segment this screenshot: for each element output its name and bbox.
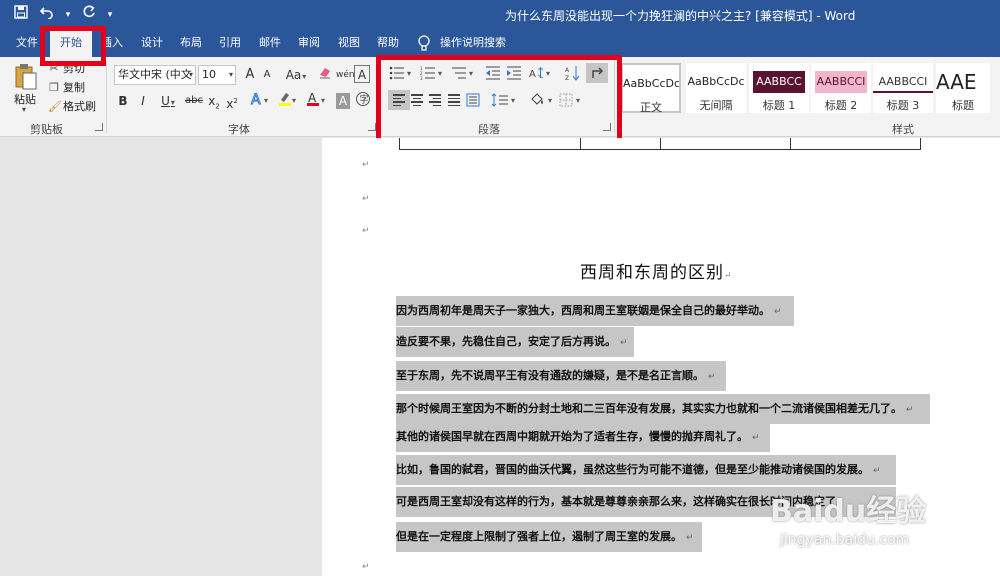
document-paragraph[interactable]: 那个时候周王室因为不断的分封土地和二三百年没有发展，其实实力也就和一个二流诸侯国… xyxy=(396,394,914,424)
enclose-char-button[interactable]: 字 xyxy=(354,91,372,111)
tab-mailings[interactable]: 邮件 xyxy=(259,30,281,57)
style-heading-3[interactable]: AABBCCI 标题 3 xyxy=(873,63,933,113)
style-title[interactable]: AAE 标题 xyxy=(936,63,990,113)
tab-layout[interactable]: 布局 xyxy=(180,30,202,57)
strikethrough-button[interactable]: abc xyxy=(184,91,204,111)
text-effects-button[interactable]: A ▾ xyxy=(248,91,274,111)
quick-access-toolbar: ▾ ▾ xyxy=(10,4,116,26)
italic-button[interactable]: I xyxy=(136,91,150,111)
grow-font-button[interactable]: A xyxy=(242,65,258,85)
svg-text:A: A xyxy=(251,92,261,107)
copy-button[interactable]: ❐ 复制 xyxy=(48,79,85,97)
paragraph-mark: ↵ xyxy=(362,562,370,572)
phonetic-guide-button[interactable]: wén xyxy=(336,65,355,85)
paragraph-mark: ↵ xyxy=(362,226,370,236)
tab-help[interactable]: 帮助 xyxy=(377,30,399,57)
font-color-button[interactable]: A ▾ xyxy=(305,91,331,111)
document-paragraph[interactable]: 比如，鲁国的弑君，晋国的曲沃代翼，虽然这些行为可能不道德，但是至少能推动诸侯国的… xyxy=(396,455,881,485)
highlighter-icon: ▾ xyxy=(279,93,296,106)
char-shading-button[interactable]: A xyxy=(336,93,350,109)
tell-me-search[interactable]: 操作说明搜索 xyxy=(440,30,506,57)
phonetic-icon: wén xyxy=(336,70,355,80)
customize-qat-icon[interactable]: ▾ xyxy=(104,4,116,26)
redo-icon[interactable] xyxy=(78,4,100,26)
table-fragment xyxy=(399,138,921,150)
style-heading-1[interactable]: AABBCC 标题 1 xyxy=(749,63,809,113)
document-paragraph[interactable]: 其他的诸侯国早就在西周中期就开始为了适者生存，慢慢的抛弃周礼了。 ↵ xyxy=(396,422,760,452)
subscript-button[interactable]: x2 xyxy=(206,91,222,111)
copy-icon: ❐ xyxy=(49,81,59,94)
styles-group-label: 样式 xyxy=(892,123,914,136)
text-effects-icon: A ▾ xyxy=(251,92,269,109)
clipboard-launcher-icon[interactable] xyxy=(95,123,103,131)
superscript-button[interactable]: x2 xyxy=(224,91,240,111)
ribbon-tab-bar: 文件 开始 插入 设计 布局 引用 邮件 审阅 视图 帮助 操作说明搜索 xyxy=(0,30,1000,57)
shrink-font-button[interactable]: A xyxy=(260,65,274,85)
lightbulb-icon xyxy=(418,35,430,51)
style-heading-2[interactable]: AABBCCI 标题 2 xyxy=(811,63,871,113)
svg-text:▾: ▾ xyxy=(292,96,296,105)
document-paragraph[interactable]: 但是在一定程度上限制了强者上位，遏制了周王室的发展。 ↵ xyxy=(396,522,694,552)
style-no-spacing[interactable]: AaBbCcDc 无间隔 xyxy=(686,63,746,113)
home-tab-highlight xyxy=(40,26,106,66)
svg-text:A: A xyxy=(308,91,317,105)
watermark-url: jingyan.baidu.com xyxy=(780,532,910,548)
save-icon[interactable] xyxy=(10,4,32,26)
tab-review[interactable]: 审阅 xyxy=(298,30,320,57)
svg-text:字: 字 xyxy=(360,94,369,106)
underline-button[interactable]: U xyxy=(156,91,180,111)
clipboard-group-label: 剪贴板 xyxy=(30,123,63,136)
document-paragraph[interactable]: 造反要不果，先稳住自己，安定了后方再说。 ↵ xyxy=(396,327,628,357)
svg-text:▾: ▾ xyxy=(264,96,268,105)
bold-button[interactable]: B xyxy=(116,91,130,111)
style-normal[interactable]: AaBbCcDc 正文 xyxy=(621,63,681,114)
char-border-button[interactable]: A xyxy=(354,65,370,83)
paragraph-mark: ↵ xyxy=(362,160,370,170)
clear-format-button[interactable] xyxy=(316,65,334,85)
enclosed-char-icon: 字 xyxy=(356,92,370,106)
font-name-combo[interactable]: 华文中宋 (中文 ▾ xyxy=(114,65,196,85)
svg-text:▾: ▾ xyxy=(321,96,325,105)
paste-icon[interactable] xyxy=(14,63,38,91)
group-divider xyxy=(106,61,107,133)
eraser-icon xyxy=(320,68,330,79)
window-title: 为什么东周没能出现一个力挽狂澜的中兴之主? [兼容模式] - Word xyxy=(505,9,856,23)
format-painter-button[interactable]: 🖌 格式刷 xyxy=(48,98,96,116)
baidu-watermark: Baidu经验 jingyan.baidu.com xyxy=(770,486,980,574)
brush-icon: 🖌 xyxy=(48,100,62,113)
font-size-combo[interactable]: 10 ▾ xyxy=(198,65,236,85)
document-paragraph[interactable]: 至于东周，先不说周平王有没有通敌的嫌疑，是不是名正言顺。 ↵ xyxy=(396,361,716,391)
undo-dropdown-icon[interactable]: ▾ xyxy=(62,4,74,26)
document-heading: 西周和东周的区别↵ xyxy=(580,263,732,283)
font-launcher-icon[interactable] xyxy=(368,123,376,131)
watermark-logo: Baidu经验 xyxy=(770,494,927,529)
document-paragraph[interactable]: 因为西周初年是周天子一家独大，西周和周王室联姻是保全自己的最好举动。 ↵ xyxy=(396,296,782,326)
tab-design[interactable]: 设计 xyxy=(141,30,163,57)
change-case-button[interactable]: Aa xyxy=(282,65,310,85)
font-group-label: 字体 xyxy=(228,123,250,136)
tab-references[interactable]: 引用 xyxy=(219,30,241,57)
title-bar: ▾ ▾ 为什么东周没能出现一个力挽狂澜的中兴之主? [兼容模式] - Word xyxy=(0,0,1000,30)
paragraph-mark: ↵ xyxy=(362,194,370,204)
tab-view[interactable]: 视图 xyxy=(338,30,360,57)
paste-dropdown-icon[interactable]: ▾ xyxy=(22,105,26,114)
tab-file[interactable]: 文件 xyxy=(16,30,38,57)
font-color-icon: A ▾ xyxy=(307,91,325,106)
highlight-color-button[interactable]: ▾ xyxy=(276,91,302,111)
undo-icon[interactable] xyxy=(36,4,58,26)
